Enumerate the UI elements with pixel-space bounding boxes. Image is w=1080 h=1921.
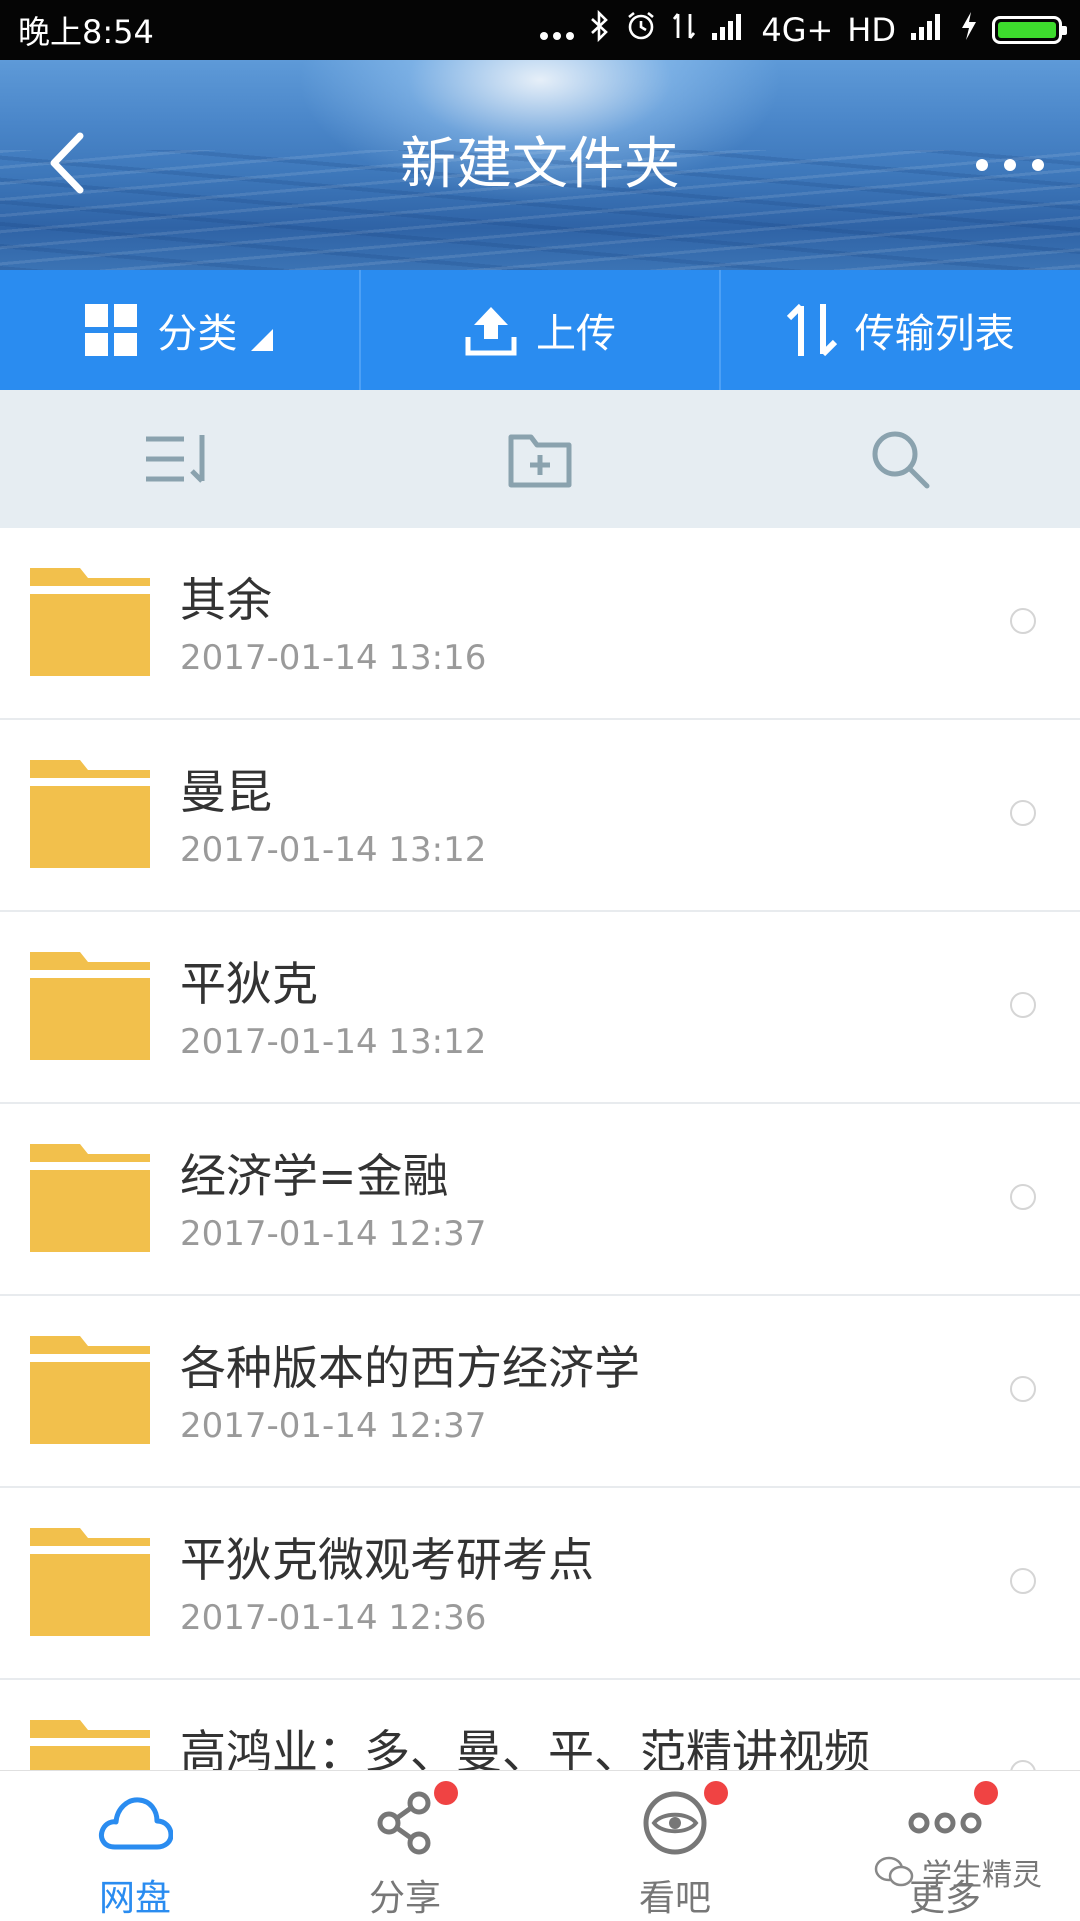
file-name: 平狄克	[180, 957, 318, 1011]
select-radio[interactable]	[1010, 992, 1036, 1018]
search-icon	[872, 431, 930, 489]
transfer-list-label: 传输列表	[854, 311, 1015, 357]
bottom-nav: 网盘 分享 看吧 更多	[0, 1770, 1080, 1921]
file-name: 经济学=金融	[180, 1149, 449, 1203]
toolbar	[0, 390, 1080, 528]
add-folder-icon	[508, 434, 572, 488]
transfer-list-button[interactable]: 传输列表	[719, 270, 1080, 390]
new-folder-button[interactable]	[360, 390, 720, 528]
notification-badge	[974, 1781, 998, 1805]
nav-item-watch[interactable]: 看吧	[540, 1771, 810, 1921]
action-bar: 分类 上传 传输列表	[0, 270, 1080, 390]
notification-badge	[704, 1781, 728, 1805]
file-name: 曼昆	[180, 765, 272, 819]
nav-label: 网盘	[98, 1878, 171, 1919]
eye-icon	[643, 1791, 707, 1855]
nav-label: 分享	[368, 1878, 441, 1919]
upload-button[interactable]: 上传	[358, 270, 720, 390]
folder-icon	[30, 952, 150, 1060]
data-transfer-icon	[671, 10, 697, 50]
nav-item-cloud-disk[interactable]: 网盘	[0, 1771, 270, 1921]
file-date: 2017-01-14 13:12	[180, 830, 487, 870]
folder-icon	[30, 1144, 150, 1252]
list-item[interactable]: 曼昆 2017-01-14 13:12	[0, 720, 1080, 912]
header: 新建文件夹	[0, 60, 1080, 270]
sort-button[interactable]	[0, 390, 360, 528]
grid-icon	[85, 304, 138, 356]
list-item[interactable]: 经济学=金融 2017-01-14 12:37	[0, 1104, 1080, 1296]
page-title: 新建文件夹	[400, 132, 680, 197]
dropdown-corner-icon	[251, 329, 274, 351]
category-label: 分类	[157, 311, 238, 357]
network-type: 4G+	[761, 11, 834, 49]
folder-icon	[30, 1336, 150, 1444]
file-date: 2017-01-14 13:16	[180, 638, 487, 678]
select-radio[interactable]	[1010, 608, 1036, 634]
file-list: 其余 2017-01-14 13:16 曼昆 2017-01-14 13:12 …	[0, 528, 1080, 1872]
category-button[interactable]: 分类	[0, 270, 359, 390]
file-date: 2017-01-14 13:12	[180, 1022, 487, 1062]
more-icon	[908, 1812, 982, 1834]
folder-icon	[30, 760, 150, 868]
notification-badge	[434, 1781, 458, 1805]
upload-label: 上传	[536, 311, 616, 357]
file-name: 各种版本的西方经济学	[180, 1341, 640, 1395]
file-name: 其余	[180, 573, 272, 627]
share-icon	[377, 1791, 431, 1855]
more-horizontal-icon	[976, 159, 1044, 171]
alarm-icon	[625, 10, 657, 50]
bluetooth-icon	[589, 9, 611, 50]
status-bar: 晚上8:54 4G+ HD	[0, 0, 1080, 60]
more-menu-button[interactable]	[970, 150, 1050, 180]
list-item[interactable]: 各种版本的西方经济学 2017-01-14 12:37	[0, 1296, 1080, 1488]
watermark: 学生精灵	[874, 1850, 1042, 1894]
wechat-icon	[874, 1856, 914, 1887]
list-item[interactable]: 其余 2017-01-14 13:16	[0, 528, 1080, 720]
signal-icon	[711, 11, 747, 49]
sort-icon	[146, 435, 205, 483]
cloud-icon	[99, 1797, 173, 1850]
file-date: 2017-01-14 12:37	[180, 1214, 487, 1254]
status-time: 晚上8:54	[18, 13, 154, 51]
upload-icon	[465, 307, 517, 356]
more-dots-icon	[539, 11, 575, 49]
nav-item-share[interactable]: 分享	[270, 1771, 540, 1921]
search-button[interactable]	[720, 390, 1080, 528]
list-item[interactable]: 平狄克 2017-01-14 13:12	[0, 912, 1080, 1104]
transfer-arrows-icon	[786, 303, 837, 357]
list-item[interactable]: 平狄克微观考研考点 2017-01-14 12:36	[0, 1488, 1080, 1680]
charging-icon	[960, 11, 978, 49]
select-radio[interactable]	[1010, 800, 1036, 826]
select-radio[interactable]	[1010, 1376, 1036, 1402]
select-radio[interactable]	[1010, 1184, 1036, 1210]
battery-icon	[992, 16, 1067, 44]
signal-icon-2	[910, 11, 946, 49]
folder-icon	[30, 1528, 150, 1636]
file-date: 2017-01-14 12:36	[180, 1598, 487, 1638]
file-date: 2017-01-14 12:37	[180, 1406, 487, 1446]
select-radio[interactable]	[1010, 1568, 1036, 1594]
status-icons: 4G+ HD	[539, 9, 1067, 50]
file-name: 平狄克微观考研考点	[180, 1533, 594, 1587]
hd-indicator: HD	[847, 11, 896, 49]
folder-icon	[30, 568, 150, 676]
nav-label: 看吧	[638, 1878, 711, 1919]
watermark-text: 学生精灵	[922, 1858, 1042, 1893]
nav-item-more[interactable]: 更多	[810, 1771, 1080, 1921]
